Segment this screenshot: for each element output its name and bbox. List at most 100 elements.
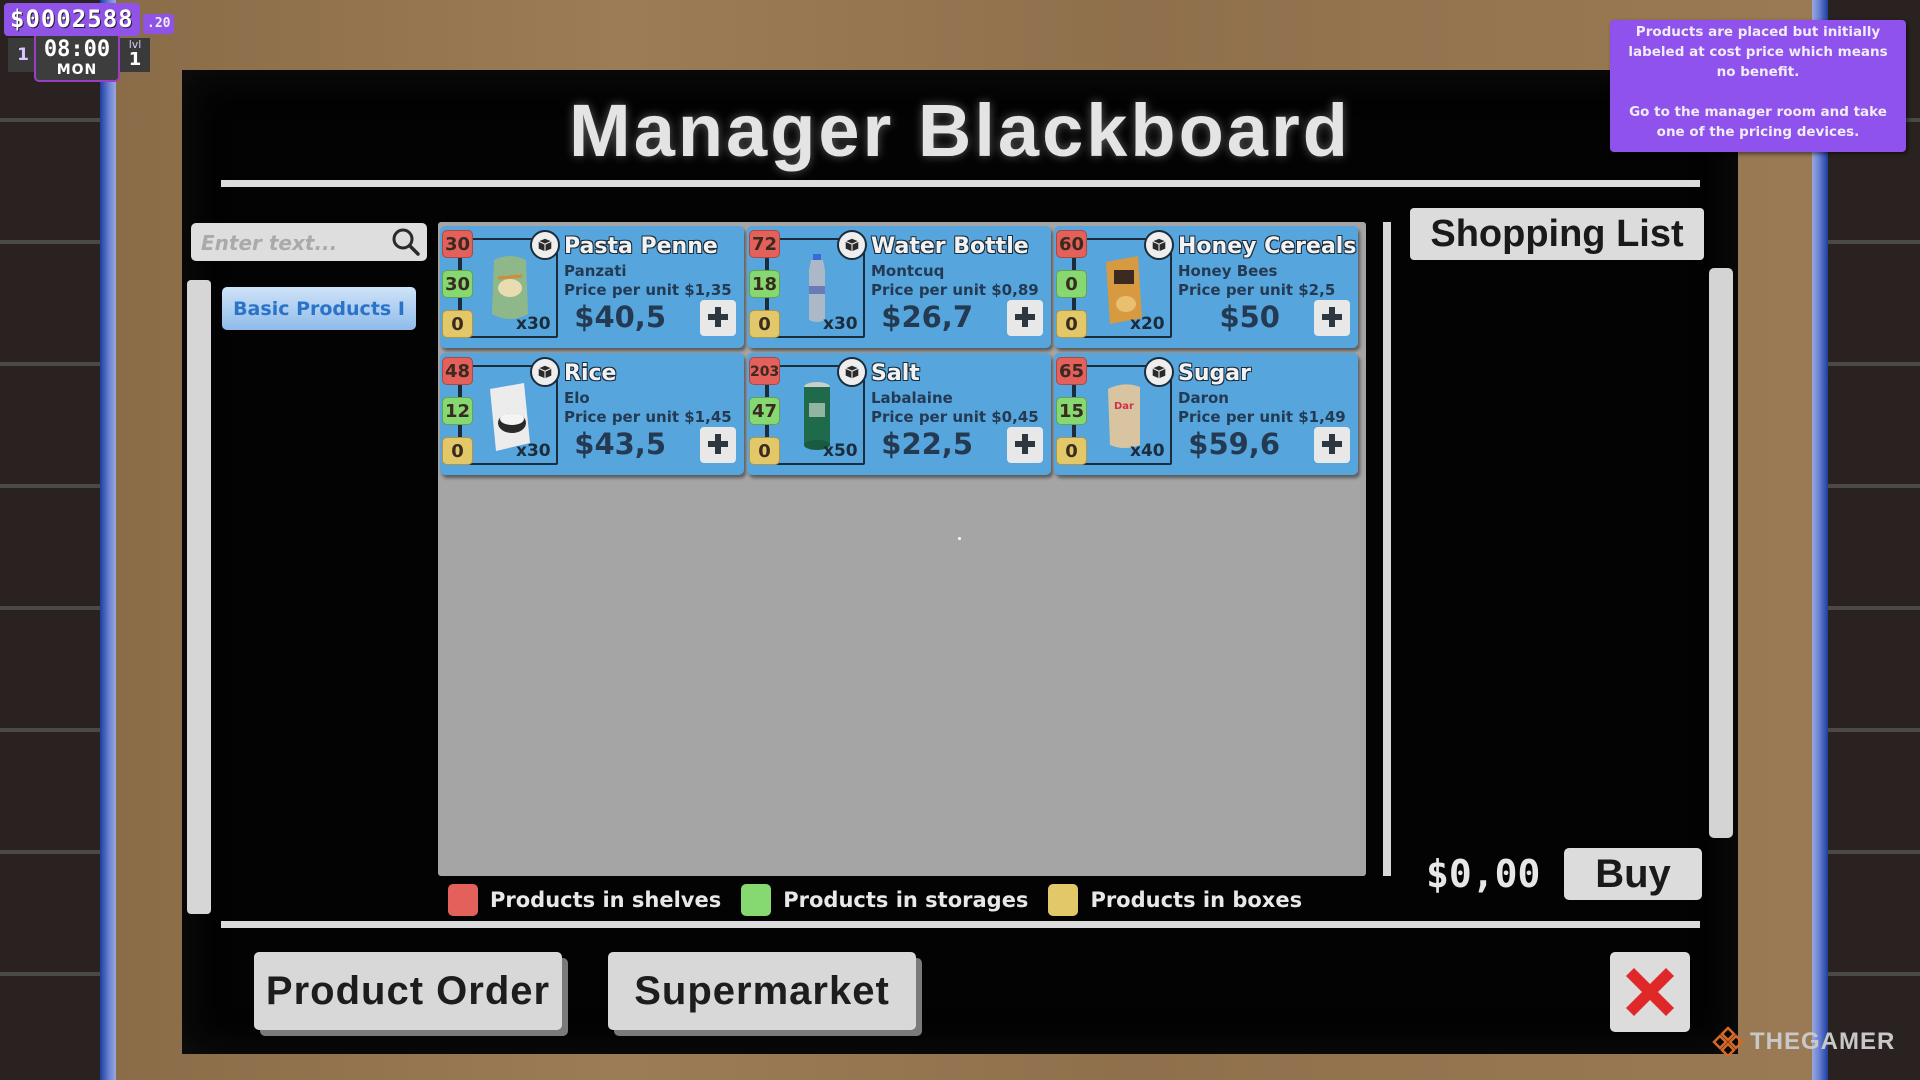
boxes-count-badge: 0 bbox=[442, 310, 473, 338]
plus-icon bbox=[706, 432, 730, 459]
box-icon bbox=[1144, 357, 1174, 387]
legend-item: Products in shelves bbox=[448, 884, 721, 916]
add-to-list-button[interactable] bbox=[1314, 427, 1350, 463]
legend-swatch bbox=[741, 884, 772, 916]
storages-count-badge: 18 bbox=[749, 270, 780, 298]
product-order-button[interactable]: Product Order bbox=[254, 952, 562, 1030]
category-basic-products-1[interactable]: Basic Products I bbox=[222, 287, 416, 330]
box-icon bbox=[837, 357, 867, 387]
shelves-count-badge: 65 bbox=[1056, 357, 1087, 385]
search-icon[interactable] bbox=[391, 227, 421, 257]
search-box bbox=[191, 223, 427, 263]
shopping-total: $0,00 bbox=[1426, 852, 1541, 896]
box-total-price: $26,7 bbox=[881, 300, 973, 334]
buy-button[interactable]: Buy bbox=[1564, 848, 1702, 900]
money-cents: .20 bbox=[143, 14, 175, 34]
legend-label: Products in boxes bbox=[1090, 888, 1303, 912]
price-per-unit: Price per unit $1,45 bbox=[564, 408, 732, 426]
product-card: 65 15 0 Dar x40 Sugar Daron Price per un… bbox=[1054, 353, 1358, 475]
price-per-unit: Price per unit $0,89 bbox=[871, 281, 1039, 299]
add-to-list-button[interactable] bbox=[700, 300, 736, 336]
cursor-dot bbox=[958, 537, 961, 540]
box-total-price: $43,5 bbox=[574, 427, 666, 461]
storages-count-badge: 15 bbox=[1056, 397, 1087, 425]
box-quantity: x30 bbox=[516, 314, 551, 334]
box-icon bbox=[530, 230, 560, 260]
clock: 08:00 MON bbox=[34, 36, 120, 82]
clock-time: 08:00 bbox=[43, 37, 111, 62]
storages-count-badge: 12 bbox=[442, 397, 473, 425]
box-icon bbox=[837, 230, 867, 260]
legend-swatch bbox=[1048, 884, 1079, 916]
product-name: Water Bottle bbox=[871, 234, 1029, 259]
shelves-count-badge: 30 bbox=[442, 230, 473, 258]
legend-item: Products in boxes bbox=[1048, 884, 1302, 916]
price-per-unit: Price per unit $0,45 bbox=[871, 408, 1039, 426]
boxes-count-badge: 0 bbox=[749, 310, 780, 338]
price-per-unit: Price per unit $1,49 bbox=[1178, 408, 1346, 426]
add-to-list-button[interactable] bbox=[700, 427, 736, 463]
box-total-price: $22,5 bbox=[881, 427, 973, 461]
product-brand: Elo bbox=[564, 389, 590, 407]
brick-wall-left bbox=[0, 0, 112, 1080]
product-brand: Montcuq bbox=[871, 262, 945, 280]
box-quantity: x20 bbox=[1130, 314, 1165, 334]
product-card: 48 12 0 x30 Rice Elo Price per unit $1,4… bbox=[440, 353, 744, 475]
legend: Products in shelves Products in storages P… bbox=[448, 884, 1302, 916]
blue-light-left bbox=[100, 0, 116, 1080]
legend-label: Products in storages bbox=[783, 888, 1029, 912]
plus-icon bbox=[1320, 432, 1344, 459]
close-icon bbox=[1626, 968, 1674, 1016]
plus-icon bbox=[1320, 305, 1344, 332]
product-brand: Labalaine bbox=[871, 389, 953, 407]
blue-light-right bbox=[1812, 0, 1828, 1080]
category-scrollbar[interactable] bbox=[187, 280, 211, 914]
product-brand: Panzati bbox=[564, 262, 627, 280]
shopping-list-title: Shopping List bbox=[1410, 208, 1704, 260]
supermarket-button[interactable]: Supermarket bbox=[608, 952, 916, 1030]
product-grid-panel: 30 30 0 x30 Pasta Penne Panzati Price pe… bbox=[438, 222, 1366, 876]
search-input[interactable] bbox=[191, 223, 393, 263]
product-grid: 30 30 0 x30 Pasta Penne Panzati Price pe… bbox=[440, 226, 1358, 475]
price-per-unit: Price per unit $2,5 bbox=[1178, 281, 1336, 299]
add-to-list-button[interactable] bbox=[1314, 300, 1350, 336]
shopping-list-scrollbar[interactable] bbox=[1709, 268, 1733, 838]
storages-count-badge: 47 bbox=[749, 397, 780, 425]
product-name: Sugar bbox=[1178, 361, 1251, 386]
box-total-price: $59,6 bbox=[1188, 427, 1280, 461]
product-name: Salt bbox=[871, 361, 920, 386]
product-name: Honey Cereals bbox=[1178, 234, 1357, 259]
level-indicator: lvl 1 bbox=[120, 38, 150, 72]
box-quantity: x40 bbox=[1130, 441, 1165, 461]
boxes-count-badge: 0 bbox=[1056, 437, 1087, 465]
panel-divider bbox=[1383, 222, 1391, 876]
shelves-count-badge: 72 bbox=[749, 230, 780, 258]
shopping-list bbox=[1410, 270, 1700, 840]
add-to-list-button[interactable] bbox=[1007, 300, 1043, 336]
level-value: 1 bbox=[128, 49, 142, 70]
shelves-count-badge: 203 bbox=[749, 357, 780, 385]
add-to-list-button[interactable] bbox=[1007, 427, 1043, 463]
plus-icon bbox=[1013, 432, 1037, 459]
shelves-count-badge: 60 bbox=[1056, 230, 1087, 258]
box-total-price: $50 bbox=[1219, 300, 1280, 334]
product-card: 203 47 0 x50 Salt Labalaine Price per un… bbox=[747, 353, 1051, 475]
price-per-unit: Price per unit $1,35 bbox=[564, 281, 732, 299]
product-card: 60 0 0 x20 Honey Cereals Honey Bees Pric… bbox=[1054, 226, 1358, 348]
shelves-count-badge: 48 bbox=[442, 357, 473, 385]
page-title: Manager Blackboard bbox=[569, 89, 1351, 172]
close-button[interactable] bbox=[1610, 952, 1690, 1032]
plus-icon bbox=[706, 305, 730, 332]
box-quantity: x30 bbox=[516, 441, 551, 461]
legend-swatch bbox=[448, 884, 478, 916]
product-name: Pasta Penne bbox=[564, 234, 718, 259]
product-card: 30 30 0 x30 Pasta Penne Panzati Price pe… bbox=[440, 226, 744, 348]
watermark-text: THEGAMER bbox=[1750, 1028, 1896, 1055]
title-divider bbox=[221, 180, 1700, 187]
legend-label: Products in shelves bbox=[490, 888, 722, 912]
box-quantity: x50 bbox=[823, 441, 858, 461]
watermark: THEGAMER bbox=[1710, 1024, 1895, 1060]
bottom-divider bbox=[221, 921, 1700, 928]
money-display: $0002588 bbox=[4, 3, 140, 36]
legend-item: Products in storages bbox=[741, 884, 1028, 916]
